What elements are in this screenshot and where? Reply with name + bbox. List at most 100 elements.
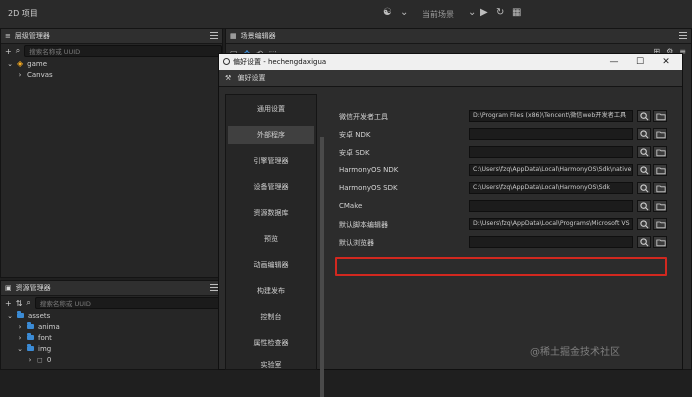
gear-icon bbox=[223, 58, 230, 65]
sidebar-item-label: 预览 bbox=[264, 235, 278, 243]
preferences-sidebar: 通用设置 外部程序 引擎管理器 设备管理器 资源数据库 预览 动画编辑器 构建发… bbox=[225, 94, 324, 397]
sidebar-item-build[interactable]: 构建发布 bbox=[228, 282, 314, 300]
minimize-button[interactable]: — bbox=[602, 56, 626, 68]
tree-row-0[interactable]: › ◻ 0 bbox=[7, 354, 222, 365]
search-icon bbox=[640, 184, 649, 193]
menu-icon[interactable] bbox=[210, 283, 218, 291]
sidebar-item-external-programs[interactable]: 外部程序 bbox=[228, 126, 314, 144]
dialog-title: 偏好设置 - hechengdaxigua bbox=[233, 58, 327, 66]
setting-label: 默认脚本编辑器 bbox=[339, 221, 388, 229]
hierarchy-header: ≡ 层级管理器 bbox=[1, 29, 222, 44]
path-input[interactable] bbox=[469, 236, 633, 248]
current-scene-label[interactable]: 当前场景 bbox=[422, 9, 454, 20]
close-button[interactable]: ✕ bbox=[654, 56, 678, 68]
tree-label: font bbox=[38, 333, 52, 342]
sidebar-item-engine-manager[interactable]: 引擎管理器 bbox=[228, 152, 314, 170]
setting-row-default-browser: 默认浏览器 bbox=[323, 234, 675, 252]
search-icon bbox=[640, 238, 649, 247]
tree-row-img[interactable]: ⌄ img bbox=[7, 343, 222, 354]
file-icon: ◻ bbox=[37, 355, 43, 364]
tree-label: img bbox=[38, 344, 52, 353]
search-button[interactable] bbox=[637, 164, 651, 176]
assets-search-placeholder: 搜索名称或 UUID bbox=[39, 300, 91, 308]
scene-editor-header: ▦ 场景编辑器 bbox=[226, 29, 691, 44]
sidebar-item-label: 属性检查器 bbox=[253, 339, 289, 347]
path-input[interactable] bbox=[469, 146, 633, 158]
menu-icon[interactable] bbox=[210, 31, 218, 39]
path-input[interactable]: D:\Users\fzq\AppData\Local\Programs\Micr… bbox=[469, 218, 633, 230]
sidebar-item-preview[interactable]: 预览 bbox=[228, 230, 314, 248]
tree-row-anima[interactable]: › anima bbox=[7, 321, 222, 332]
path-input[interactable] bbox=[469, 200, 633, 212]
search-button[interactable] bbox=[637, 110, 651, 122]
browse-folder-button[interactable] bbox=[653, 146, 667, 158]
preferences-dialog: 偏好设置 - hechengdaxigua — ☐ ✕ ⚒ 偏好设置 通用设置 … bbox=[218, 53, 683, 397]
sidebar-item-console[interactable]: 控制台 bbox=[228, 308, 314, 326]
folder-open-icon bbox=[656, 113, 666, 121]
play-icon[interactable]: ▶ bbox=[480, 7, 488, 18]
sidebar-item-lab[interactable]: 实验室 bbox=[228, 360, 314, 370]
chevron-down-icon[interactable]: ⌄ bbox=[7, 60, 13, 68]
browse-folder-button[interactable] bbox=[653, 218, 667, 230]
path-input[interactable] bbox=[469, 128, 633, 140]
scene-icon: ▦ bbox=[230, 32, 237, 40]
refresh-icon[interactable]: ↻ bbox=[496, 7, 504, 18]
folder-icon bbox=[27, 344, 34, 351]
hierarchy-panel: ≡ 层级管理器 + ⌕ 搜索名称或 UUID ⌄ ◈ game › Canvas bbox=[0, 28, 223, 278]
tree-row-canvas[interactable]: › Canvas bbox=[7, 69, 222, 80]
sidebar-item-label: 外部程序 bbox=[257, 131, 285, 139]
tab-label: 偏好设置 bbox=[237, 74, 266, 82]
browse-folder-button[interactable] bbox=[653, 110, 667, 122]
chevron-down-icon[interactable]: ⌄ bbox=[468, 7, 476, 18]
browse-folder-button[interactable] bbox=[653, 182, 667, 194]
tree-label: Canvas bbox=[27, 70, 53, 79]
chevron-right-icon[interactable]: › bbox=[27, 356, 33, 364]
chevron-right-icon[interactable]: › bbox=[17, 71, 23, 79]
browse-folder-button[interactable] bbox=[653, 200, 667, 212]
sidebar-item-inspector[interactable]: 属性检查器 bbox=[228, 334, 314, 352]
menu-icon[interactable] bbox=[679, 31, 687, 39]
search-button[interactable] bbox=[637, 218, 651, 230]
search-button[interactable] bbox=[637, 200, 651, 212]
dialog-subtab-bar: ⚒ 偏好设置 bbox=[219, 70, 682, 87]
setting-row-harmonyos-ndk: HarmonyOS NDK C:\Users\fzq\AppData\Local… bbox=[323, 162, 675, 180]
sort-icon[interactable]: ⇅ bbox=[16, 299, 23, 308]
browse-folder-button[interactable] bbox=[653, 128, 667, 140]
tab-preferences[interactable]: ⚒ 偏好设置 bbox=[225, 73, 266, 83]
chevron-right-icon[interactable]: › bbox=[17, 323, 23, 331]
chevron-down-icon[interactable]: ⌄ bbox=[17, 345, 23, 353]
sidebar-item-animation-editor[interactable]: 动画编辑器 bbox=[228, 256, 314, 274]
hierarchy-tree: ⌄ ◈ game › Canvas bbox=[1, 58, 222, 80]
browse-folder-button[interactable] bbox=[653, 164, 667, 176]
tree-label: game bbox=[27, 59, 48, 68]
chevron-right-icon[interactable]: › bbox=[17, 334, 23, 342]
grid-icon[interactable]: ▦ bbox=[512, 7, 521, 18]
path-input[interactable]: C:\Users\fzq\AppData\Local\HarmonyOS\Sdk… bbox=[469, 164, 633, 176]
search-button[interactable] bbox=[637, 128, 651, 140]
path-input[interactable]: D:\Program Files (x86)\Tencent\微信web开发者工… bbox=[469, 110, 633, 122]
search-button[interactable] bbox=[637, 182, 651, 194]
search-button[interactable] bbox=[637, 236, 651, 248]
hierarchy-search-input[interactable]: 搜索名称或 UUID bbox=[24, 45, 222, 57]
scene-editor-title: 场景编辑器 bbox=[240, 32, 276, 40]
browse-folder-button[interactable] bbox=[653, 236, 667, 248]
tree-row-game[interactable]: ⌄ ◈ game bbox=[7, 58, 222, 69]
sidebar-item-device-manager[interactable]: 设备管理器 bbox=[228, 178, 314, 196]
tree-row-font[interactable]: › font bbox=[7, 332, 222, 343]
setting-row-android-sdk: 安卓 SDK bbox=[323, 144, 675, 162]
sidebar-item-label: 资源数据库 bbox=[253, 209, 289, 217]
add-icon[interactable]: + bbox=[5, 47, 12, 56]
hierarchy-search-placeholder: 搜索名称或 UUID bbox=[29, 48, 81, 56]
tree-row-assets[interactable]: ⌄ assets bbox=[7, 310, 222, 321]
assets-title: 资源管理器 bbox=[15, 284, 51, 292]
path-input[interactable]: C:\Users\fzq\AppData\Local\HarmonyOS\Sdk bbox=[469, 182, 633, 194]
search-button[interactable] bbox=[637, 146, 651, 158]
chevron-down-icon[interactable]: ⌄ bbox=[7, 312, 13, 320]
sidebar-item-general[interactable]: 通用设置 bbox=[228, 100, 314, 118]
add-icon[interactable]: + bbox=[5, 299, 12, 308]
assets-search-input[interactable]: 搜索名称或 UUID bbox=[34, 297, 222, 309]
theme-icon[interactable]: ☯ bbox=[383, 7, 392, 18]
chevron-down-icon[interactable]: ⌄ bbox=[400, 7, 408, 18]
sidebar-item-asset-database[interactable]: 资源数据库 bbox=[228, 204, 314, 222]
maximize-button[interactable]: ☐ bbox=[628, 56, 652, 68]
